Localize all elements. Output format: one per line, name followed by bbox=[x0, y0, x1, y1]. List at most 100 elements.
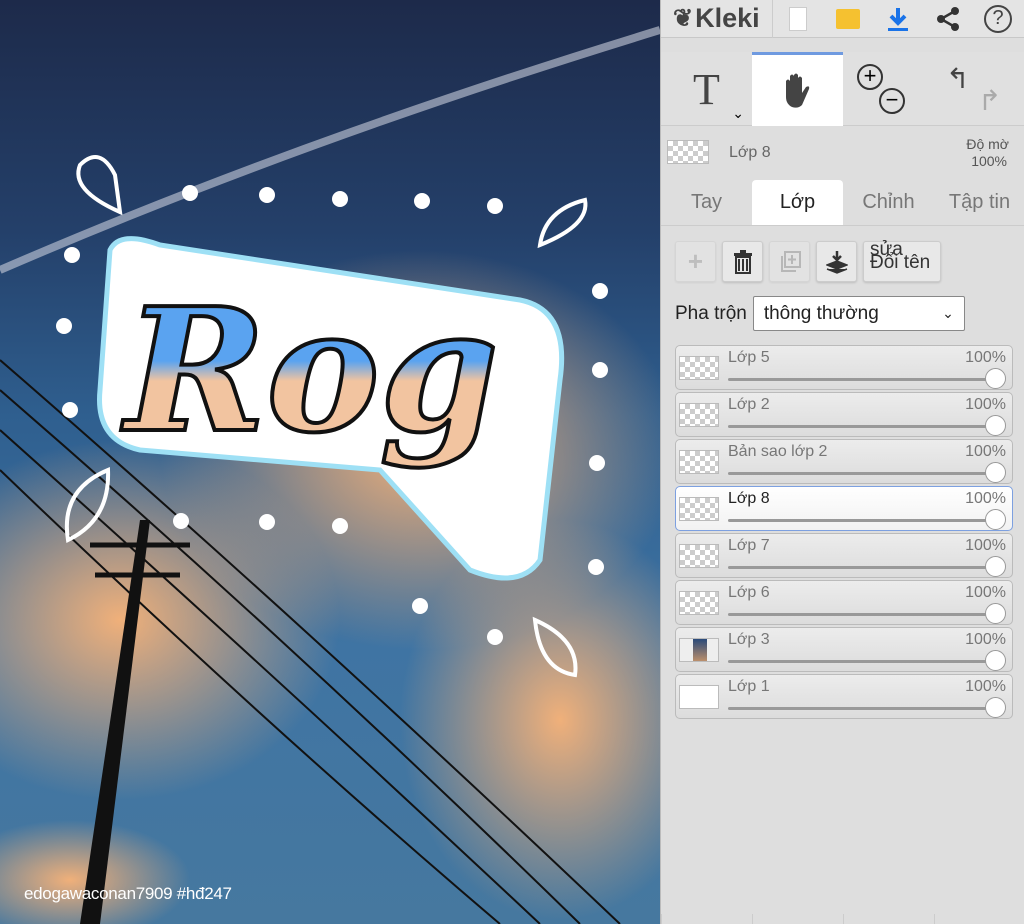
kleki-logo[interactable]: ❦ Kleki bbox=[661, 0, 773, 38]
share-icon[interactable] bbox=[923, 0, 973, 38]
layer-thumbnail bbox=[679, 356, 719, 380]
opacity-slider-handle[interactable] bbox=[985, 415, 1006, 436]
artwork: Rog bbox=[0, 26, 660, 924]
layer-item[interactable]: Lớp 3 100% bbox=[675, 627, 1013, 672]
opacity-label: Độ mờ bbox=[966, 136, 1009, 152]
download-icon[interactable] bbox=[873, 0, 923, 38]
tab-file[interactable]: Tập tin bbox=[934, 180, 1024, 225]
text-tool-button[interactable]: T ⌄ bbox=[661, 52, 752, 126]
side-panel: ❦ Kleki ? T ⌄ + − ↰ ↱ Lớp 8 Độ mờ 100% Tay L… bbox=[660, 0, 1024, 924]
layer-thumbnail bbox=[679, 544, 719, 568]
tab-brush[interactable]: Tay bbox=[661, 180, 752, 225]
blend-mode-value: thông thường bbox=[763, 302, 879, 324]
undo-redo-buttons: ↰ ↱ bbox=[934, 52, 1024, 126]
opacity-slider-handle[interactable] bbox=[985, 462, 1006, 483]
plus-icon: + bbox=[687, 246, 704, 276]
opacity-slider[interactable] bbox=[728, 613, 994, 616]
merge-layers-icon bbox=[825, 250, 848, 274]
layer-opacity: 100% bbox=[965, 396, 1006, 413]
layer-opacity: 100% bbox=[965, 584, 1006, 601]
tab-edit[interactable]: Chỉnh bbox=[843, 180, 934, 225]
layer-opacity: 100% bbox=[965, 349, 1006, 366]
tab-layers[interactable]: Lớp bbox=[752, 180, 843, 225]
opacity-slider-handle[interactable] bbox=[985, 697, 1006, 718]
delete-layer-button[interactable] bbox=[722, 241, 763, 282]
layer-buttons: + sửa Đổi tên bbox=[675, 239, 941, 282]
layer-thumbnail bbox=[679, 450, 719, 474]
blend-mode-select[interactable]: thông thường ⌄ bbox=[752, 296, 965, 331]
opacity-slider[interactable] bbox=[728, 566, 994, 569]
current-layer-info: Lớp 8 Độ mờ 100% bbox=[661, 128, 1024, 178]
layer-thumbnail bbox=[679, 591, 719, 615]
layer-item[interactable]: Bản sao lớp 2 100% bbox=[675, 439, 1013, 484]
layer-opacity: 100% bbox=[965, 631, 1006, 648]
opacity-slider[interactable] bbox=[728, 472, 994, 475]
layer-opacity: 100% bbox=[965, 443, 1006, 460]
layer-name: Lớp 5 bbox=[728, 349, 770, 366]
layer-name: Bản sao lớp 2 bbox=[728, 443, 828, 460]
opacity-slider[interactable] bbox=[728, 378, 994, 381]
blend-mode-row: Pha trộn thông thường ⌄ bbox=[675, 296, 965, 331]
current-layer-thumbnail bbox=[667, 140, 709, 164]
help-icon[interactable]: ? bbox=[973, 0, 1023, 38]
chevron-down-icon: ⌄ bbox=[942, 305, 954, 321]
rename-label: Đổi tên bbox=[870, 252, 931, 273]
hand-tool-button[interactable] bbox=[752, 52, 843, 126]
tool-row: T ⌄ + − ↰ ↱ bbox=[661, 52, 1024, 126]
duplicate-icon bbox=[780, 250, 801, 272]
trash-icon bbox=[733, 249, 752, 274]
layer-name: Lớp 7 bbox=[728, 537, 770, 554]
duplicate-layer-button[interactable] bbox=[769, 241, 810, 282]
drawing-canvas[interactable]: Rog edogawaconan7909 #hđ247 bbox=[0, 0, 660, 924]
zoom-out-icon[interactable]: − bbox=[879, 88, 905, 114]
layer-opacity: 100% bbox=[965, 490, 1006, 507]
layer-item[interactable]: Lớp 6 100% bbox=[675, 580, 1013, 625]
layer-item[interactable]: Lớp 5 100% bbox=[675, 345, 1013, 390]
layer-opacity: 100% bbox=[965, 537, 1006, 554]
layer-item[interactable]: Lớp 8 100% bbox=[675, 486, 1013, 531]
blend-mode-label: Pha trộn bbox=[675, 302, 747, 324]
opacity-slider[interactable] bbox=[728, 519, 994, 522]
layer-thumbnail bbox=[679, 685, 719, 709]
layer-thumbnail bbox=[679, 403, 719, 427]
top-bar: ❦ Kleki ? bbox=[661, 0, 1024, 38]
opacity-slider-handle[interactable] bbox=[985, 556, 1006, 577]
layer-item[interactable]: Lớp 1 100% bbox=[675, 674, 1013, 719]
layer-name: Lớp 8 bbox=[728, 490, 770, 507]
layer-thumbnail bbox=[679, 497, 719, 521]
layer-name: Lớp 3 bbox=[728, 631, 770, 648]
squirrel-icon: ❦ bbox=[673, 5, 694, 32]
layer-list: Lớp 5 100% Lớp 2 100% Bản sao lớp 2 100%… bbox=[675, 345, 1013, 721]
layer-thumbnail bbox=[679, 638, 719, 662]
current-layer-name: Lớp 8 bbox=[729, 144, 771, 161]
opacity-slider-handle[interactable] bbox=[985, 603, 1006, 624]
opacity-slider[interactable] bbox=[728, 707, 994, 710]
chevron-down-icon[interactable]: ⌄ bbox=[732, 105, 744, 122]
bottom-strip bbox=[661, 914, 1024, 924]
text-tool-icon: T bbox=[693, 64, 720, 114]
layer-name: Lớp 1 bbox=[728, 678, 770, 695]
layer-name: Lớp 2 bbox=[728, 396, 770, 413]
opacity-value: 100% bbox=[971, 153, 1007, 169]
open-folder-icon[interactable] bbox=[823, 0, 873, 38]
logo-text: Kleki bbox=[695, 3, 760, 33]
add-layer-button[interactable]: + bbox=[675, 241, 716, 282]
rename-layer-button[interactable]: sửa Đổi tên bbox=[863, 239, 941, 282]
panel-tabs: Tay Lớp Chỉnh Tập tin bbox=[661, 180, 1024, 226]
zoom-in-icon[interactable]: + bbox=[857, 64, 883, 90]
zoom-buttons: + − bbox=[843, 52, 934, 126]
merge-down-button[interactable] bbox=[816, 241, 857, 282]
opacity-slider-handle[interactable] bbox=[985, 509, 1006, 530]
layer-item[interactable]: Lớp 2 100% bbox=[675, 392, 1013, 437]
opacity-slider-handle[interactable] bbox=[985, 650, 1006, 671]
opacity-slider[interactable] bbox=[728, 660, 994, 663]
artwork-text: Rog bbox=[121, 271, 499, 471]
redo-icon[interactable]: ↱ bbox=[978, 84, 1001, 117]
layer-item[interactable]: Lớp 7 100% bbox=[675, 533, 1013, 578]
credit-text: edogawaconan7909 #hđ247 bbox=[24, 884, 232, 903]
opacity-slider[interactable] bbox=[728, 425, 994, 428]
opacity-slider-handle[interactable] bbox=[985, 368, 1006, 389]
layer-name: Lớp 6 bbox=[728, 584, 770, 601]
new-file-icon[interactable] bbox=[773, 0, 823, 38]
undo-icon[interactable]: ↰ bbox=[946, 62, 969, 95]
